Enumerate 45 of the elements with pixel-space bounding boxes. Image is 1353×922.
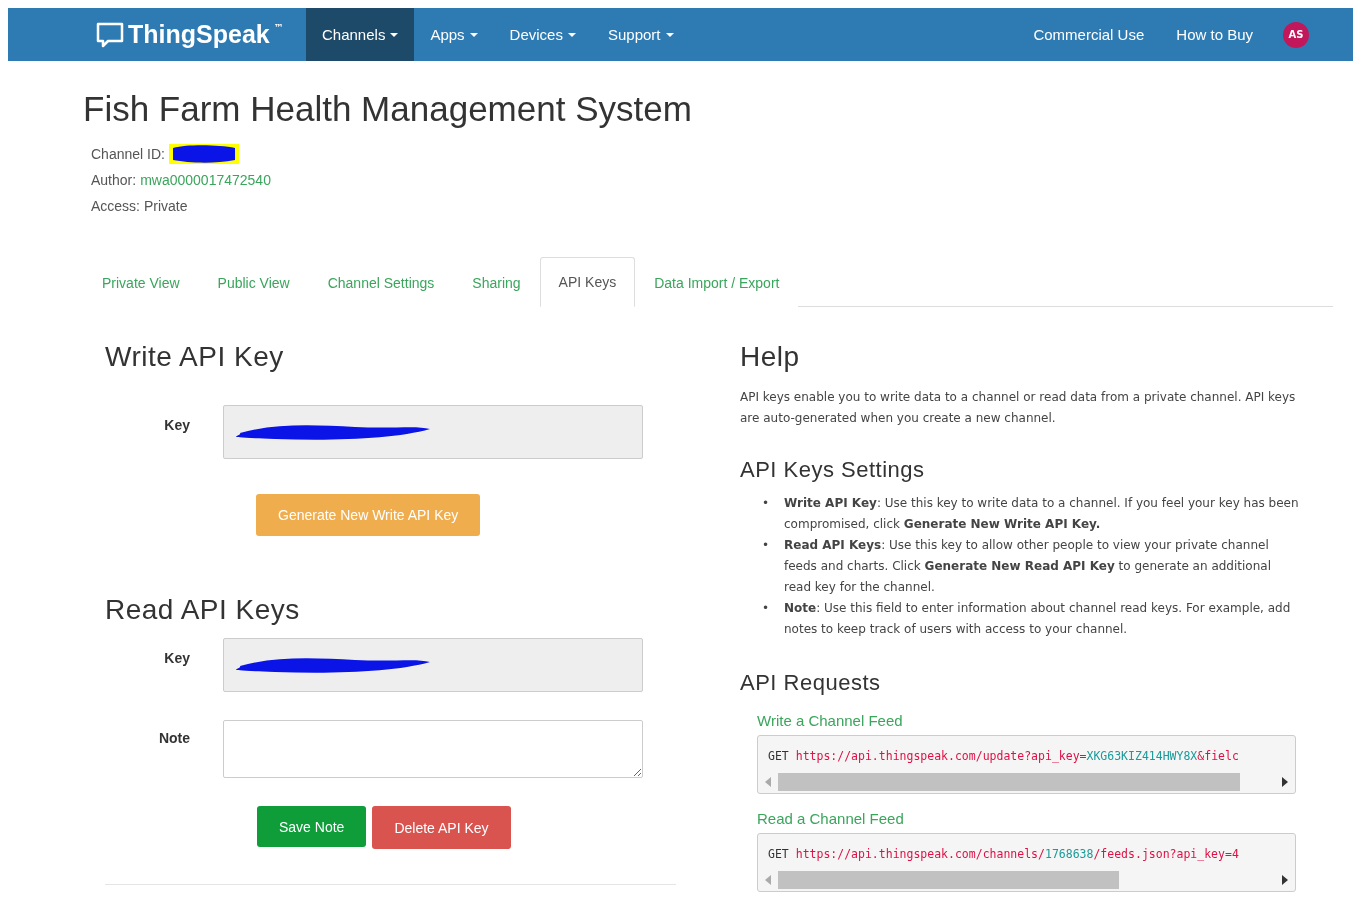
delete-key-button[interactable]: Delete API Key [372,806,511,849]
request-link[interactable]: Write a Channel Feed [757,712,1300,729]
field-label: Key [163,650,191,666]
author-link[interactable]: mwa0000017472540 [140,172,271,188]
code-line: GET https://api.thingspeak.com/channels/1768638/feeds.json?api_key=4 [767,846,1240,863]
scroll-left-icon[interactable] [764,875,772,885]
save-note-button[interactable]: Save Note [257,806,367,847]
logo-text[interactable]: ThingSpeak [128,20,270,49]
nav-menu-item[interactable]: Devices [493,8,592,61]
help-list-item: Read API Keys: Use this key to allow other people to view your private channel feeds and charts. Click Generate New Read API Key to generate an additional read key for the channel. [784,537,1272,596]
key-field[interactable] [223,638,643,692]
channel-title: Fish Farm Health Management System [83,89,693,129]
redaction-scribble [168,142,239,166]
nav-menu-item[interactable]: Apps [414,8,494,61]
scroll-left-icon[interactable] [764,777,772,787]
key-field[interactable] [223,405,643,459]
trademark-sign: ™ [273,22,284,33]
section-heading: Help [740,341,801,373]
speech-bubble-icon [96,21,124,48]
help-list-item: Write API Key: Use this key to write data to a channel. If you feel your key has been compromised, click Generate New Write API Key. [784,495,1300,533]
help-list-item: Note: Use this field to enter information about channel read keys. For example, add notes to keep track of users with access to your channel. [784,600,1292,638]
tab[interactable]: API Keys [539,257,636,307]
help-text: API keys enable you to write data to a channel or read data from a private channel. API keys are auto-generated when you create a new channel. [740,389,1297,427]
section-heading: API Requests [740,670,882,696]
bullet: • [762,495,770,512]
field-label: Note [157,730,191,746]
code-line: GET https://api.thingspeak.com/update?api_key=XKG63KIZ414HWY8X&fielc [767,748,1240,765]
nav-menu-item[interactable]: Channels [306,8,415,61]
user-avatar[interactable]: AS [1283,21,1309,48]
author-label: Author: [91,172,137,188]
scroll-right-icon[interactable] [1281,875,1289,885]
bullet: • [762,537,770,554]
scroll-right-icon[interactable] [1281,777,1289,787]
section-heading: API Keys Settings [740,457,926,483]
note-field[interactable] [223,720,643,778]
request-link[interactable]: Read a Channel Feed [757,810,1300,827]
nav-link[interactable]: How to Buy [1160,8,1269,61]
section-heading: Write API Key [105,341,285,373]
nav-link[interactable]: Commercial Use [1017,8,1161,61]
access-text: Access: Private [91,198,188,214]
section-heading: Read API Keys [105,594,301,626]
nav-menu-item[interactable]: Support [591,8,690,61]
channel-id-label: Channel ID: [91,146,165,162]
bullet: • [762,600,770,617]
field-label: Key [163,417,191,433]
